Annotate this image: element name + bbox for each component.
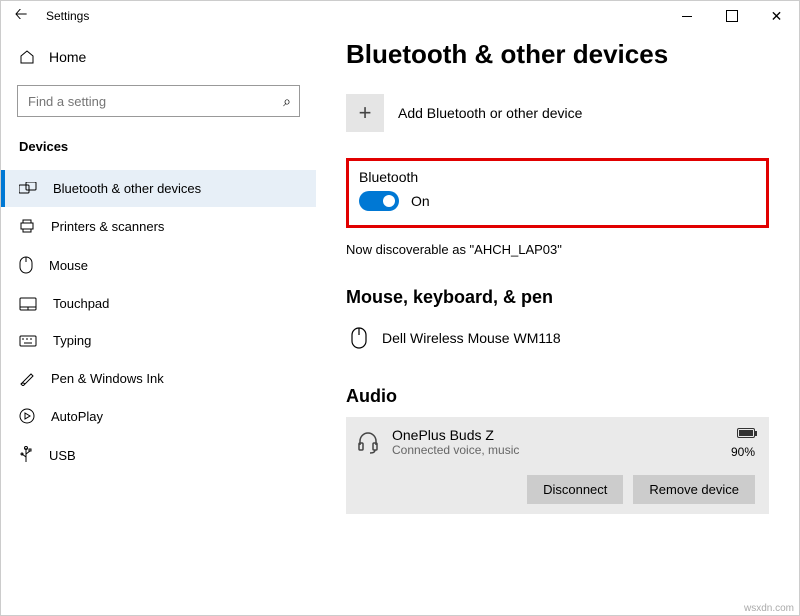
nav-typing[interactable]: Typing: [1, 322, 316, 359]
add-device-button[interactable]: + Add Bluetooth or other device: [346, 94, 769, 132]
keyboard-icon: [19, 335, 37, 347]
nav-bluetooth-devices[interactable]: Bluetooth & other devices: [1, 170, 316, 207]
autoplay-icon: [19, 408, 35, 424]
audio-device-status: Connected voice, music: [392, 443, 519, 457]
bluetooth-label: Bluetooth: [359, 169, 756, 185]
nav-pen[interactable]: Pen & Windows Ink: [1, 359, 316, 397]
titlebar: 🡠 Settings ✕: [1, 1, 799, 31]
mouse-device-icon: [350, 326, 368, 350]
sidebar: Home ⌕ Devices Bluetooth & other devices…: [1, 31, 316, 615]
device-mouse-name: Dell Wireless Mouse WM118: [382, 330, 561, 346]
window-controls: ✕: [664, 1, 799, 31]
nav-printers[interactable]: Printers & scanners: [1, 207, 316, 245]
nav-autoplay[interactable]: AutoPlay: [1, 397, 316, 435]
battery-percent: 90%: [731, 445, 755, 459]
audio-device-card[interactable]: OnePlus Buds Z Connected voice, music 90…: [346, 417, 769, 514]
search-box[interactable]: ⌕: [17, 85, 300, 117]
watermark: wsxdn.com: [744, 603, 794, 614]
remove-device-button[interactable]: Remove device: [633, 475, 755, 504]
nav-label: Touchpad: [53, 296, 109, 311]
home-label: Home: [49, 49, 86, 65]
nav-label: Pen & Windows Ink: [51, 371, 164, 386]
minimize-button[interactable]: [664, 1, 709, 31]
search-row: ⌕: [1, 85, 316, 117]
search-input[interactable]: [18, 94, 283, 109]
section-label: Devices: [1, 139, 316, 154]
audio-top-row: OnePlus Buds Z Connected voice, music 90…: [356, 427, 755, 459]
nav-label: AutoPlay: [51, 409, 103, 424]
nav-label: USB: [49, 448, 76, 463]
bluetooth-state: On: [411, 193, 430, 209]
device-mouse-row[interactable]: Dell Wireless Mouse WM118: [346, 318, 769, 358]
nav-label: Bluetooth & other devices: [53, 181, 201, 196]
body: Home ⌕ Devices Bluetooth & other devices…: [1, 31, 799, 615]
plus-icon: +: [346, 94, 384, 132]
home-icon: [19, 49, 35, 65]
close-button[interactable]: ✕: [754, 1, 799, 31]
nav-label: Mouse: [49, 258, 88, 273]
back-button[interactable]: 🡠: [1, 3, 41, 30]
nav-usb[interactable]: USB: [1, 435, 316, 475]
nav-label: Printers & scanners: [51, 219, 164, 234]
content-area: Bluetooth & other devices + Add Bluetoot…: [316, 31, 799, 615]
bluetooth-toggle[interactable]: [359, 191, 399, 211]
discoverable-text: Now discoverable as "AHCH_LAP03": [346, 242, 769, 257]
touchpad-icon: [19, 297, 37, 311]
window-title: Settings: [46, 9, 89, 23]
battery-status: 90%: [731, 427, 755, 459]
pen-icon: [19, 370, 35, 386]
maximize-button[interactable]: [709, 1, 754, 31]
nav-label: Typing: [53, 333, 91, 348]
headset-icon: [356, 431, 380, 455]
bluetooth-devices-icon: [19, 182, 37, 196]
printer-icon: [19, 218, 35, 234]
bluetooth-toggle-row: On: [359, 191, 756, 211]
audio-text: OnePlus Buds Z Connected voice, music: [392, 427, 519, 457]
category-mouse-title: Mouse, keyboard, & pen: [346, 287, 769, 308]
battery-icon: [737, 428, 755, 438]
add-device-label: Add Bluetooth or other device: [398, 105, 582, 121]
page-title: Bluetooth & other devices: [346, 39, 769, 70]
category-audio-title: Audio: [346, 386, 769, 407]
usb-icon: [19, 446, 33, 464]
nav-mouse[interactable]: Mouse: [1, 245, 316, 285]
home-nav[interactable]: Home: [1, 41, 316, 73]
settings-window: 🡠 Settings ✕ Home ⌕ Devices Bluetooth &: [0, 0, 800, 616]
audio-actions: Disconnect Remove device: [356, 475, 755, 504]
disconnect-button[interactable]: Disconnect: [527, 475, 623, 504]
mouse-icon: [19, 256, 33, 274]
bluetooth-highlight: Bluetooth On: [346, 158, 769, 228]
audio-device-name: OnePlus Buds Z: [392, 427, 519, 443]
nav-touchpad[interactable]: Touchpad: [1, 285, 316, 322]
search-icon: ⌕: [283, 93, 299, 110]
